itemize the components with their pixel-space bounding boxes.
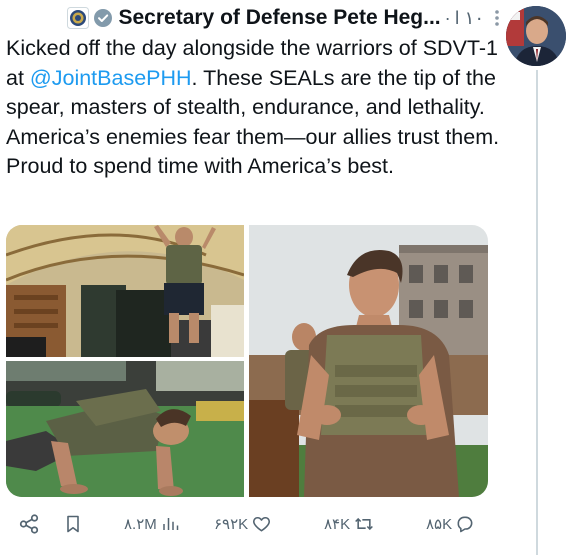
media-image-2[interactable] [6, 361, 244, 497]
action-bar: ۸۵K ۸۴K ۶۹۲K ۸.۲M [0, 509, 500, 539]
more-vertical-icon[interactable] [494, 9, 500, 27]
views-count: ۸.۲M [124, 516, 157, 533]
media-grid [6, 225, 488, 497]
post-text: Kicked off the day alongside the warrior… [6, 34, 502, 182]
repost-count: ۸۴K [324, 516, 351, 533]
avatar[interactable] [506, 6, 566, 66]
share-button[interactable] [18, 509, 40, 539]
thread-line [536, 70, 538, 555]
bookmark-icon [63, 513, 83, 535]
mention-link[interactable]: @JointBasePHH [30, 66, 192, 90]
reply-button[interactable]: ۸۵K [426, 509, 475, 539]
post-time[interactable]: ۱۰ ا [455, 8, 484, 29]
repost-button[interactable]: ۸۴K [324, 509, 375, 539]
reply-count: ۸۵K [426, 516, 453, 533]
views-chart-icon [161, 514, 179, 534]
repost-icon [353, 514, 375, 534]
bookmark-button[interactable] [63, 509, 83, 539]
share-icon [18, 513, 40, 535]
reply-icon [455, 514, 475, 534]
separator-dot: · [444, 7, 451, 28]
views-button[interactable]: ۸.۲M [124, 509, 179, 539]
heart-icon [251, 514, 272, 534]
verified-badge-icon[interactable] [93, 8, 113, 28]
like-count: ۶۹۲K [214, 516, 249, 533]
dod-seal-icon[interactable] [66, 7, 89, 29]
media-image-3[interactable] [249, 225, 488, 497]
like-button[interactable]: ۶۹۲K [214, 509, 272, 539]
post-header: ۱۰ ا · Secretary of Defense Pete Heg... [4, 4, 500, 32]
media-image-1[interactable] [6, 225, 244, 357]
display-name[interactable]: Secretary of Defense Pete Heg... [119, 6, 441, 30]
